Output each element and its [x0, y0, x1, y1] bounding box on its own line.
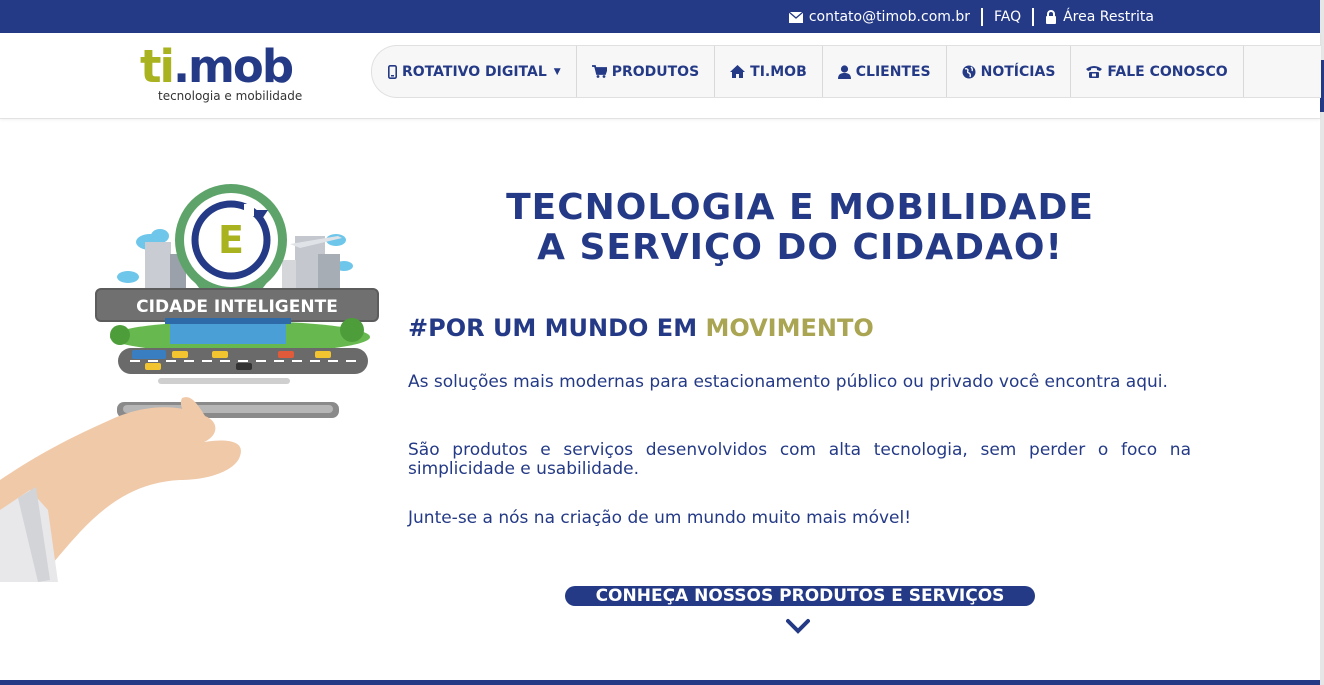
nav-label: PRODUTOS	[611, 63, 700, 80]
lock-icon	[1046, 10, 1057, 24]
shopping-cart-icon	[591, 65, 607, 78]
nav-item-clientes[interactable]: CLIENTES	[823, 46, 947, 97]
divider	[980, 8, 983, 26]
hero-headline: TECNOLOGIA E MOBILIDADE A SERVIÇO DO CID…	[400, 188, 1200, 268]
logo-tagline: tecnologia e mobilidade	[158, 89, 303, 103]
nav-label: FALE CONOSCO	[1107, 63, 1228, 80]
badge-label: CIDADE INTELIGENTE	[136, 297, 338, 317]
faq-link[interactable]: FAQ	[994, 9, 1021, 25]
nav-item-fale-conosco[interactable]: FALE CONOSCO	[1071, 46, 1244, 97]
divider	[1032, 8, 1035, 26]
headline-line-2: A SERVIÇO DO CIDADAO!	[537, 227, 1063, 268]
globe-icon	[962, 65, 976, 78]
restricted-area-link[interactable]: Área Restrita	[1045, 9, 1154, 25]
hero-hashtag: #POR UM MUNDO EM MOVIMENTO	[408, 314, 874, 342]
logo-ti: ti	[140, 40, 175, 93]
email-text: contato@timob.com.br	[808, 9, 970, 25]
nav-item-timob[interactable]: TI.MOB	[715, 46, 823, 97]
nav-label: TI.MOB	[750, 63, 807, 80]
site-logo[interactable]: ti.mob tecnologia e mobilidade	[140, 40, 302, 104]
bottom-bar	[0, 680, 1320, 685]
main-nav: ROTATIVO DIGITAL ▼ PRODUTOS TI.MOB CLIEN…	[371, 45, 1321, 98]
home-icon	[730, 65, 746, 78]
hashtag-main: #POR UM MUNDO EM	[408, 314, 706, 342]
hashtag-accent: MOVIMENTO	[705, 314, 874, 342]
user-icon	[837, 64, 851, 79]
phone-icon	[1086, 66, 1103, 78]
email-link[interactable]: contato@timob.com.br	[788, 9, 970, 25]
hero-paragraph-3: Junte-se a nós na criação de um mundo mu…	[408, 508, 912, 528]
nav-item-rotativo-digital[interactable]: ROTATIVO DIGITAL ▼	[372, 46, 577, 97]
top-bar: contato@timob.com.br FAQ Área Restrita	[0, 0, 1320, 33]
nav-label: ROTATIVO DIGITAL	[402, 63, 547, 80]
products-services-button[interactable]: CONHEÇA NOSSOS PRODUTOS E SERVIÇOS	[565, 586, 1035, 606]
envelope-icon	[788, 11, 803, 23]
caret-down-icon: ▼	[553, 66, 561, 77]
nav-item-noticias[interactable]: NOTÍCIAS	[947, 46, 1072, 97]
nav-label: NOTÍCIAS	[980, 63, 1056, 80]
chevron-down-icon[interactable]	[786, 618, 810, 634]
badge-letter: E	[218, 218, 244, 262]
site-header: ti.mob tecnologia e mobilidade ROTATIVO …	[0, 33, 1321, 119]
hero-paragraph-2: São produtos e serviços desenvolvidos co…	[408, 440, 1191, 479]
top-links: contato@timob.com.br FAQ Área Restrita	[788, 8, 1154, 26]
hero-paragraph-1: As soluções mais modernas para estaciona…	[408, 372, 1168, 392]
headline-line-1: TECNOLOGIA E MOBILIDADE	[506, 187, 1094, 228]
restricted-area-text: Área Restrita	[1063, 9, 1154, 25]
nav-label: CLIENTES	[855, 63, 931, 80]
logo-mob: .mob	[172, 40, 294, 93]
smart-city-illustration: E CIDADE INTELIGENTE	[0, 184, 379, 582]
nav-item-produtos[interactable]: PRODUTOS	[577, 46, 716, 97]
mobile-phone-icon	[388, 64, 397, 79]
